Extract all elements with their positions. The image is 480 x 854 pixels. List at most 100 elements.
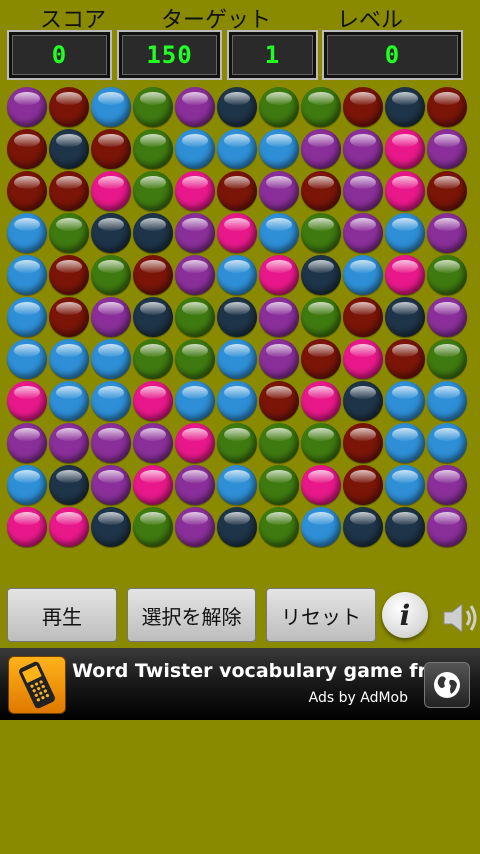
ball[interactable]: [217, 87, 257, 127]
ball[interactable]: [343, 171, 383, 211]
ball[interactable]: [343, 87, 383, 127]
info-icon[interactable]: i: [382, 592, 428, 638]
ball[interactable]: [7, 171, 47, 211]
ball[interactable]: [49, 423, 89, 463]
ball[interactable]: [49, 87, 89, 127]
ball[interactable]: [133, 87, 173, 127]
ball[interactable]: [385, 255, 425, 295]
ball[interactable]: [343, 423, 383, 463]
ball[interactable]: [91, 87, 131, 127]
ball[interactable]: [133, 423, 173, 463]
ball[interactable]: [259, 255, 299, 295]
ball[interactable]: [385, 507, 425, 547]
ball[interactable]: [427, 213, 467, 253]
ball[interactable]: [427, 507, 467, 547]
reset-button[interactable]: リセット: [266, 588, 376, 642]
ball[interactable]: [133, 465, 173, 505]
ball[interactable]: [301, 129, 341, 169]
ball[interactable]: [259, 423, 299, 463]
ball[interactable]: [301, 507, 341, 547]
ball[interactable]: [91, 381, 131, 421]
ball[interactable]: [259, 381, 299, 421]
ball[interactable]: [7, 465, 47, 505]
ball[interactable]: [427, 423, 467, 463]
ball[interactable]: [301, 171, 341, 211]
ball[interactable]: [175, 381, 215, 421]
ball[interactable]: [217, 297, 257, 337]
ball[interactable]: [133, 213, 173, 253]
ball[interactable]: [385, 87, 425, 127]
ball[interactable]: [427, 297, 467, 337]
ball[interactable]: [91, 507, 131, 547]
ball[interactable]: [49, 339, 89, 379]
ball[interactable]: [49, 129, 89, 169]
ball[interactable]: [49, 213, 89, 253]
ball[interactable]: [385, 171, 425, 211]
ball[interactable]: [427, 381, 467, 421]
ball[interactable]: [217, 381, 257, 421]
ball[interactable]: [133, 381, 173, 421]
ball[interactable]: [91, 171, 131, 211]
ball[interactable]: [259, 129, 299, 169]
ball[interactable]: [91, 423, 131, 463]
ball[interactable]: [7, 213, 47, 253]
ball[interactable]: [217, 171, 257, 211]
ball[interactable]: [49, 297, 89, 337]
ball[interactable]: [91, 465, 131, 505]
ball[interactable]: [259, 171, 299, 211]
ball[interactable]: [259, 87, 299, 127]
ad-banner[interactable]: Word Twister vocabulary game free Ads by…: [0, 648, 480, 720]
ball[interactable]: [343, 507, 383, 547]
ball[interactable]: [49, 255, 89, 295]
ball[interactable]: [175, 297, 215, 337]
ball[interactable]: [385, 381, 425, 421]
ball[interactable]: [175, 87, 215, 127]
ball[interactable]: [133, 297, 173, 337]
ball[interactable]: [301, 465, 341, 505]
ball[interactable]: [175, 213, 215, 253]
ball[interactable]: [343, 381, 383, 421]
ball[interactable]: [7, 507, 47, 547]
ball[interactable]: [91, 297, 131, 337]
ball[interactable]: [217, 129, 257, 169]
ball[interactable]: [427, 171, 467, 211]
ball[interactable]: [7, 255, 47, 295]
ball[interactable]: [133, 129, 173, 169]
ball[interactable]: [49, 381, 89, 421]
ball[interactable]: [217, 339, 257, 379]
ball[interactable]: [175, 255, 215, 295]
ball[interactable]: [427, 129, 467, 169]
ball[interactable]: [133, 171, 173, 211]
ball[interactable]: [343, 129, 383, 169]
ball[interactable]: [49, 507, 89, 547]
ball[interactable]: [427, 465, 467, 505]
ball[interactable]: [217, 423, 257, 463]
deselect-button[interactable]: 選択を解除: [127, 588, 256, 642]
ball[interactable]: [49, 171, 89, 211]
ball[interactable]: [385, 423, 425, 463]
ball[interactable]: [343, 465, 383, 505]
ball[interactable]: [301, 423, 341, 463]
ball[interactable]: [301, 255, 341, 295]
ball[interactable]: [7, 129, 47, 169]
ball[interactable]: [175, 423, 215, 463]
ball[interactable]: [91, 129, 131, 169]
ball[interactable]: [133, 339, 173, 379]
ball[interactable]: [175, 171, 215, 211]
ball[interactable]: [385, 297, 425, 337]
ball[interactable]: [385, 339, 425, 379]
ball[interactable]: [259, 339, 299, 379]
speaker-icon[interactable]: [440, 596, 480, 640]
ball[interactable]: [217, 465, 257, 505]
ball[interactable]: [301, 213, 341, 253]
ball[interactable]: [175, 465, 215, 505]
ball[interactable]: [175, 507, 215, 547]
ball[interactable]: [49, 465, 89, 505]
globe-icon[interactable]: [424, 662, 470, 708]
ball[interactable]: [343, 297, 383, 337]
ball[interactable]: [7, 87, 47, 127]
ball[interactable]: [91, 255, 131, 295]
ball[interactable]: [259, 507, 299, 547]
ball[interactable]: [7, 423, 47, 463]
ball[interactable]: [133, 507, 173, 547]
